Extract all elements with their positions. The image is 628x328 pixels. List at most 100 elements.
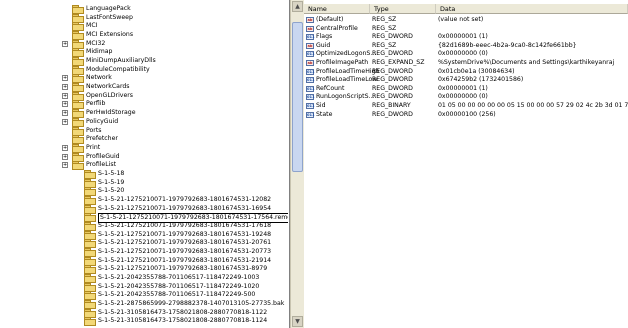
tree-item-label: Ports (86, 126, 102, 134)
folder-icon (72, 100, 84, 110)
binary-value-icon: 011 (306, 85, 315, 92)
registry-value-row[interactable]: 011 State REG_DWORD 0x00000100 (256) (304, 111, 628, 119)
tree-item[interactable]: S-1-5-21-2042355788-701106517-118472249-… (0, 291, 288, 301)
tree-item[interactable]: S-1-5-21-1275210071-1979792683-180167453… (0, 213, 288, 224)
expand-plus-icon[interactable]: + (62, 84, 68, 91)
expand-plus-icon[interactable]: + (62, 110, 68, 117)
tree-item[interactable]: Ports (0, 126, 288, 136)
tree-item[interactable]: S-1-5-21-1275210071-1979792683-180167453… (0, 256, 288, 266)
tree-item-label: MCI (86, 22, 98, 30)
tree-item[interactable]: MiniDumpAuxiliaryDlls (0, 57, 288, 67)
tree-item[interactable]: + PolicyGuid (0, 117, 288, 127)
value-data: 0x00000001 (1) (438, 84, 488, 92)
expand-plus-icon[interactable]: + (62, 101, 68, 108)
registry-value-row[interactable]: 011 ProfileLoadTimeLow REG_DWORD 0x674259b2… (304, 76, 628, 84)
registry-value-row[interactable]: 011 RunLogonScriptS... REG_DWORD 0x00000000… (304, 93, 628, 101)
scroll-thumb[interactable] (292, 22, 303, 172)
folder-icon (72, 152, 84, 162)
tree-item[interactable]: LanguagePack (0, 5, 288, 14)
folder-icon (84, 195, 96, 205)
string-value-icon: ab (306, 60, 314, 66)
tree-item[interactable]: S-1-5-19 (0, 178, 288, 188)
tree-item-label: S-1-5-19 (98, 178, 125, 186)
tree-item[interactable]: Prefetcher (0, 135, 288, 145)
expand-plus-icon[interactable]: + (62, 40, 68, 47)
tree-item[interactable]: S-1-5-21-1275210071-1979792683-180167453… (0, 239, 288, 249)
registry-value-row[interactable]: 011 Flags REG_DWORD 0x00000001 (1) (304, 33, 628, 41)
column-header-data[interactable]: Data (436, 4, 628, 14)
tree-item[interactable]: ModuleCompatibility (0, 65, 288, 75)
tree-item[interactable]: S-1-5-21-1275210071-1979792683-180167453… (0, 230, 288, 240)
tree-item-label: Print (86, 143, 101, 151)
registry-value-row[interactable]: ab CentralProfile REG_SZ (304, 25, 628, 33)
value-data: 0x00000100 (256) (438, 110, 496, 118)
tree-item[interactable]: + NetworkCards (0, 83, 288, 93)
tree-item[interactable]: + MCI32 (0, 39, 288, 49)
value-data: {82d1689b-eeec-4b2a-9ca0-8c142fe661bb} (438, 41, 577, 49)
value-type: REG_DWORD (372, 33, 413, 41)
tree-item[interactable]: Midimap (0, 48, 288, 58)
expand-plus-icon[interactable]: + (62, 92, 68, 99)
tree-item[interactable]: + Perflib (0, 100, 288, 110)
tree-item[interactable]: S-1-5-21-2042355788-701106517-118472249-… (0, 282, 288, 292)
tree-item[interactable]: MCI (0, 22, 288, 32)
registry-values-pane: Name Type Data ab (Default) REG_SZ (value n… (304, 0, 628, 328)
tree-item-label: S-1-5-21-3105816473-1758021808-288077081… (98, 317, 268, 325)
expand-plus-icon[interactable]: + (62, 153, 68, 160)
expand-plus-icon[interactable]: + (62, 162, 68, 169)
value-name: ProfileLoadTimeLow (316, 76, 378, 84)
registry-value-row[interactable]: ab ProfileImagePath REG_EXPAND_SZ %SystemDr… (304, 59, 628, 67)
tree-item[interactable]: S-1-5-21-1275210071-1979792683-180167453… (0, 204, 288, 214)
column-header-type[interactable]: Type (370, 4, 436, 14)
tree-item-label: LanguagePack (86, 5, 131, 12)
tree-item[interactable]: S-1-5-18 (0, 169, 288, 179)
tree-item[interactable]: MCI Extensions (0, 31, 288, 41)
tree-item-label: S-1-5-21-1275210071-1979792683-180167453… (98, 230, 272, 238)
registry-value-row[interactable]: 011 OptimizedLogonS... REG_DWORD 0x00000000… (304, 50, 628, 58)
folder-icon (72, 39, 84, 49)
tree-item[interactable]: S-1-5-20 (0, 187, 288, 197)
scroll-up-arrow-icon[interactable]: ▲ (292, 1, 303, 12)
registry-value-row[interactable]: 011 Sid REG_BINARY 01 05 00 00 00 00 00 05 … (304, 102, 628, 110)
tree-item[interactable]: S-1-5-21-1275210071-1979792683-180167453… (0, 265, 288, 275)
tree-item-label: S-1-5-21-1275210071-1979792683-180167453… (98, 256, 272, 264)
tree-item-label: LastFontSweep (86, 13, 133, 21)
tree-item[interactable]: + ProfileList (0, 161, 288, 171)
registry-value-row[interactable]: ab Guid REG_SZ {82d1689b-eeec-4b2a-9ca0-8c1… (304, 42, 628, 50)
tree-item[interactable]: + Print (0, 143, 288, 153)
registry-value-row[interactable]: ab (Default) REG_SZ (value not set) (304, 16, 628, 24)
tree-item[interactable]: + Network (0, 74, 288, 84)
tree-item[interactable]: S-1-5-21-1275210071-1979792683-180167453… (0, 195, 288, 205)
value-type: REG_DWORD (372, 84, 413, 92)
registry-value-row[interactable]: 011 RefCount REG_DWORD 0x00000001 (1) (304, 85, 628, 93)
folder-icon (72, 13, 84, 23)
folder-icon (72, 65, 84, 75)
tree-item[interactable]: S-1-5-21-2875865999-2798882378-140701310… (0, 300, 288, 310)
scroll-down-arrow-icon[interactable]: ▼ (292, 316, 303, 327)
folder-icon (72, 143, 84, 153)
column-header-name[interactable]: Name (304, 4, 370, 14)
value-name: ProfileLoadTimeHigh (316, 67, 380, 75)
tree-item[interactable]: S-1-5-21-3105816473-1758021808-288077081… (0, 308, 288, 318)
tree-item[interactable]: S-1-5-21-2042355788-701106517-118472249-… (0, 274, 288, 284)
value-name: RunLogonScriptS... (316, 93, 375, 101)
tree-item[interactable]: + OpenGLDrivers (0, 91, 288, 101)
value-name: ProfileImagePath (316, 59, 369, 66)
value-name: Guid (316, 41, 331, 49)
folder-icon (84, 178, 96, 188)
tree-item[interactable]: + ProfileGuid (0, 152, 288, 162)
tree-item[interactable]: LastFontSweep (0, 13, 288, 23)
expand-plus-icon[interactable]: + (62, 75, 68, 82)
string-value-icon: ab (306, 42, 314, 49)
tree-item[interactable]: S-1-5-21-1275210071-1979792683-180167453… (0, 222, 288, 231)
tree-item[interactable]: + PerHwIdStorage (0, 109, 288, 119)
value-name: RefCount (316, 84, 345, 92)
tree-item[interactable]: S-1-5-21-3105816473-1758021808-288077081… (0, 317, 288, 327)
registry-value-row[interactable]: 011 ProfileLoadTimeHigh REG_DWORD 0x01cb0e1… (304, 68, 628, 76)
expand-plus-icon[interactable]: + (62, 118, 68, 125)
folder-icon (72, 22, 84, 32)
tree-vertical-scrollbar[interactable]: ▲ ▼ (290, 0, 304, 328)
tree-item[interactable]: S-1-5-21-1275210071-1979792683-180167453… (0, 248, 288, 258)
value-type: REG_SZ (372, 16, 397, 23)
expand-plus-icon[interactable]: + (62, 144, 68, 151)
